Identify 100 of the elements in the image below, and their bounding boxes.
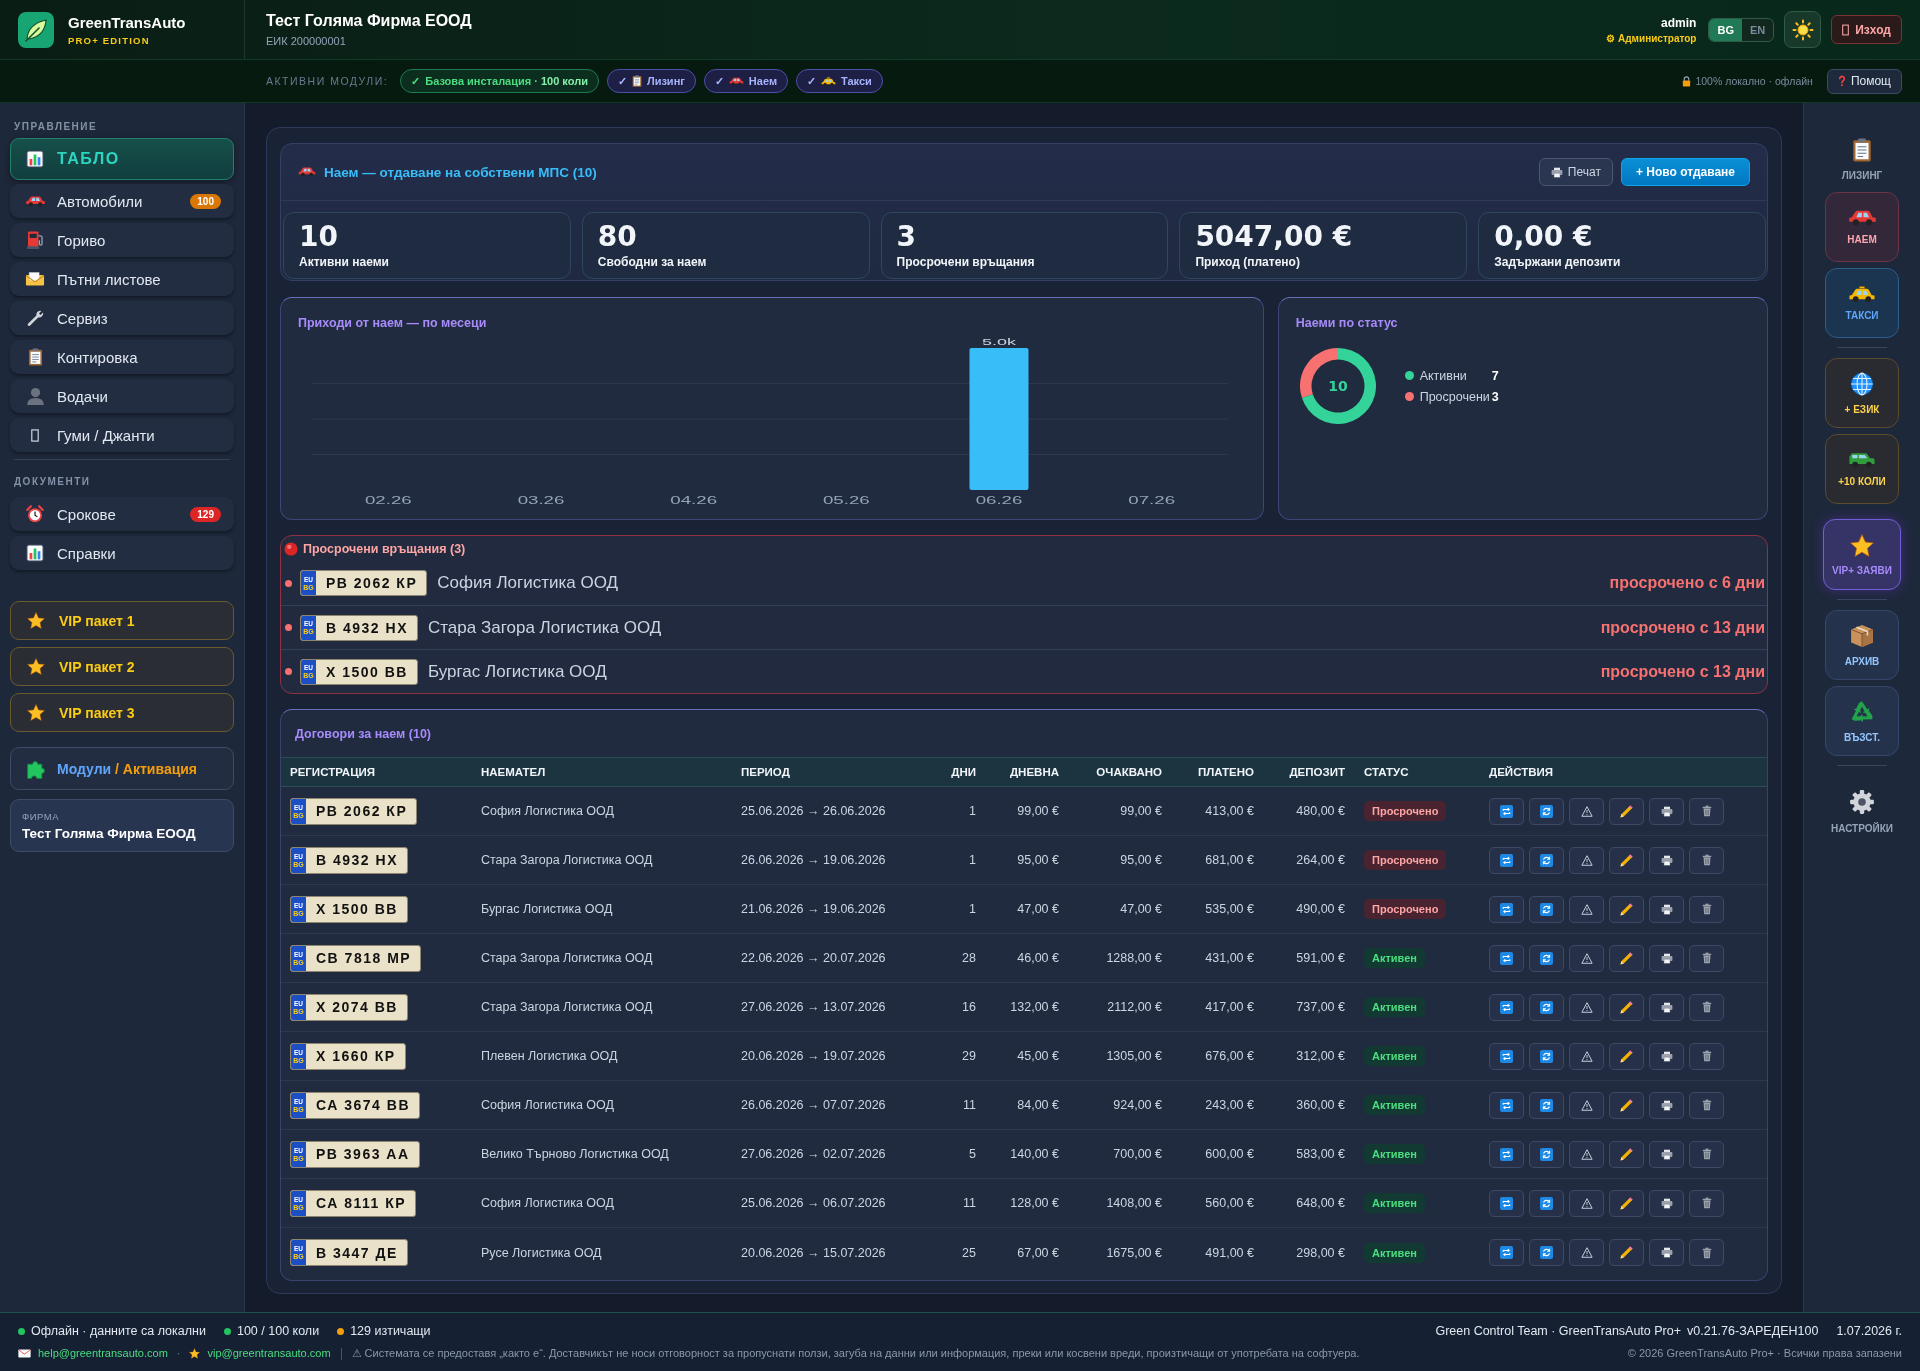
print-button[interactable] xyxy=(1649,895,1684,923)
refresh-button[interactable] xyxy=(1529,1189,1564,1217)
print-button[interactable] xyxy=(1649,797,1684,825)
help-button[interactable]: Помощ xyxy=(1826,68,1902,94)
delete-button[interactable] xyxy=(1689,1239,1724,1266)
nav-item[interactable]: ТАБЛО xyxy=(10,138,234,180)
nav-item[interactable]: Водачи xyxy=(10,379,234,413)
repeat-button[interactable] xyxy=(1489,1091,1524,1119)
logout-button[interactable]: Изход xyxy=(1831,15,1902,44)
repeat-button[interactable] xyxy=(1489,1042,1524,1070)
refresh-button[interactable] xyxy=(1529,1140,1564,1168)
column-header: ОЧАКВАНО xyxy=(1096,766,1162,778)
nav-item[interactable]: Гуми / Джанти xyxy=(10,418,234,452)
quick-action-button[interactable]: ВЪЗСТ. xyxy=(1825,686,1899,756)
warning-button[interactable] xyxy=(1569,944,1604,972)
edit-button[interactable] xyxy=(1609,1042,1644,1070)
repeat-button[interactable] xyxy=(1489,1239,1524,1266)
nav-item[interactable]: Сервиз xyxy=(10,301,234,335)
edition-label: PRO+ EDITION xyxy=(68,34,151,46)
nav-item[interactable]: Автомобили 100 xyxy=(10,184,234,218)
edit-button[interactable] xyxy=(1609,944,1644,972)
repeat-button[interactable] xyxy=(1489,1189,1524,1217)
repeat-button[interactable] xyxy=(1489,846,1524,874)
warning-button[interactable] xyxy=(1569,895,1604,923)
edit-button[interactable] xyxy=(1609,1140,1644,1168)
refresh-button[interactable] xyxy=(1529,797,1564,825)
print-button[interactable] xyxy=(1649,993,1684,1021)
axis-label: 07.26 xyxy=(1128,493,1176,507)
theme-toggle-button[interactable] xyxy=(1784,11,1822,48)
refresh-button[interactable] xyxy=(1529,993,1564,1021)
refresh-button[interactable] xyxy=(1529,944,1564,972)
star-icon xyxy=(1850,533,1874,557)
delete-button[interactable] xyxy=(1689,1091,1724,1119)
quick-action-button[interactable]: +10 КОЛИ xyxy=(1825,434,1899,504)
delete-button[interactable] xyxy=(1689,1140,1724,1168)
edit-button[interactable] xyxy=(1609,895,1644,923)
edit-button[interactable] xyxy=(1609,1239,1644,1266)
edit-button[interactable] xyxy=(1609,846,1644,874)
repeat-button[interactable] xyxy=(1489,993,1524,1021)
repeat-button[interactable] xyxy=(1489,1140,1524,1168)
quick-action-button[interactable]: VIP+ ЗАЯВИ xyxy=(1823,519,1901,590)
modules-activation-button[interactable]: Модули / Активация xyxy=(10,747,234,790)
print-button[interactable] xyxy=(1649,944,1684,972)
tenant-name: Стара Загора Логистика ООД xyxy=(428,617,662,638)
warning-button[interactable] xyxy=(1569,1189,1604,1217)
edit-button[interactable] xyxy=(1609,797,1644,825)
delete-button[interactable] xyxy=(1689,797,1724,825)
repeat-button[interactable] xyxy=(1489,944,1524,972)
quick-action-button[interactable]: + ЕЗИК xyxy=(1825,358,1899,428)
help-email-link[interactable]: help@greentransauto.com xyxy=(38,1347,168,1360)
warning-button[interactable] xyxy=(1569,1042,1604,1070)
vip-package-button[interactable]: VIP пакет 2 xyxy=(10,647,234,686)
nav-item[interactable]: Гориво xyxy=(10,223,234,257)
delete-button[interactable] xyxy=(1689,944,1724,972)
repeat-button[interactable] xyxy=(1489,895,1524,923)
delete-button[interactable] xyxy=(1689,895,1724,923)
edit-button[interactable] xyxy=(1609,993,1644,1021)
refresh-button[interactable] xyxy=(1529,1091,1564,1119)
table-cell: 535,00 € xyxy=(1205,902,1254,916)
warning-button[interactable] xyxy=(1569,1239,1604,1266)
print-button[interactable] xyxy=(1649,846,1684,874)
refresh-button[interactable] xyxy=(1529,846,1564,874)
print-button[interactable]: Печат xyxy=(1538,158,1613,186)
nav-item[interactable]: Справки xyxy=(10,536,234,570)
vip-package-button[interactable]: VIP пакет 3 xyxy=(10,693,234,732)
print-button[interactable] xyxy=(1649,1189,1684,1217)
new-rental-button[interactable]: + Ново отдаване xyxy=(1620,158,1750,186)
quick-action-button[interactable]: НАСТРОЙКИ xyxy=(1825,788,1899,839)
quick-action-button[interactable]: АРХИВ xyxy=(1825,610,1899,680)
delete-button[interactable] xyxy=(1689,1042,1724,1070)
warning-button[interactable] xyxy=(1569,1140,1604,1168)
refresh-button[interactable] xyxy=(1529,1239,1564,1266)
quick-action-button[interactable]: ЛИЗИНГ xyxy=(1825,137,1899,186)
print-button[interactable] xyxy=(1649,1239,1684,1266)
warning-button[interactable] xyxy=(1569,846,1604,874)
vip-package-button[interactable]: VIP пакет 1 xyxy=(10,601,234,640)
delete-button[interactable] xyxy=(1689,993,1724,1021)
nav-item[interactable]: Срокове 129 xyxy=(10,497,234,531)
refresh-button[interactable] xyxy=(1529,895,1564,923)
vip-email-link[interactable]: vip@greentransauto.com xyxy=(207,1347,331,1360)
quick-action-button[interactable]: НАЕМ xyxy=(1825,192,1899,262)
refresh-button[interactable] xyxy=(1529,1042,1564,1070)
print-button[interactable] xyxy=(1649,1091,1684,1119)
language-tab[interactable]: BG xyxy=(1709,18,1742,41)
star-icon xyxy=(189,1348,201,1359)
nav-item[interactable]: Контировка xyxy=(10,340,234,374)
quick-action-button[interactable]: ТАКСИ xyxy=(1825,268,1899,338)
delete-button[interactable] xyxy=(1689,846,1724,874)
nav-item[interactable]: Пътни листове xyxy=(10,262,234,296)
print-button[interactable] xyxy=(1649,1042,1684,1070)
warning-button[interactable] xyxy=(1569,993,1604,1021)
delete-button[interactable] xyxy=(1689,1189,1724,1217)
repeat-button[interactable] xyxy=(1489,797,1524,825)
warning-icon xyxy=(1580,1247,1593,1258)
edit-button[interactable] xyxy=(1609,1189,1644,1217)
print-button[interactable] xyxy=(1649,1140,1684,1168)
language-tab[interactable]: EN xyxy=(1741,18,1774,41)
edit-button[interactable] xyxy=(1609,1091,1644,1119)
warning-button[interactable] xyxy=(1569,1091,1604,1119)
warning-button[interactable] xyxy=(1569,797,1604,825)
